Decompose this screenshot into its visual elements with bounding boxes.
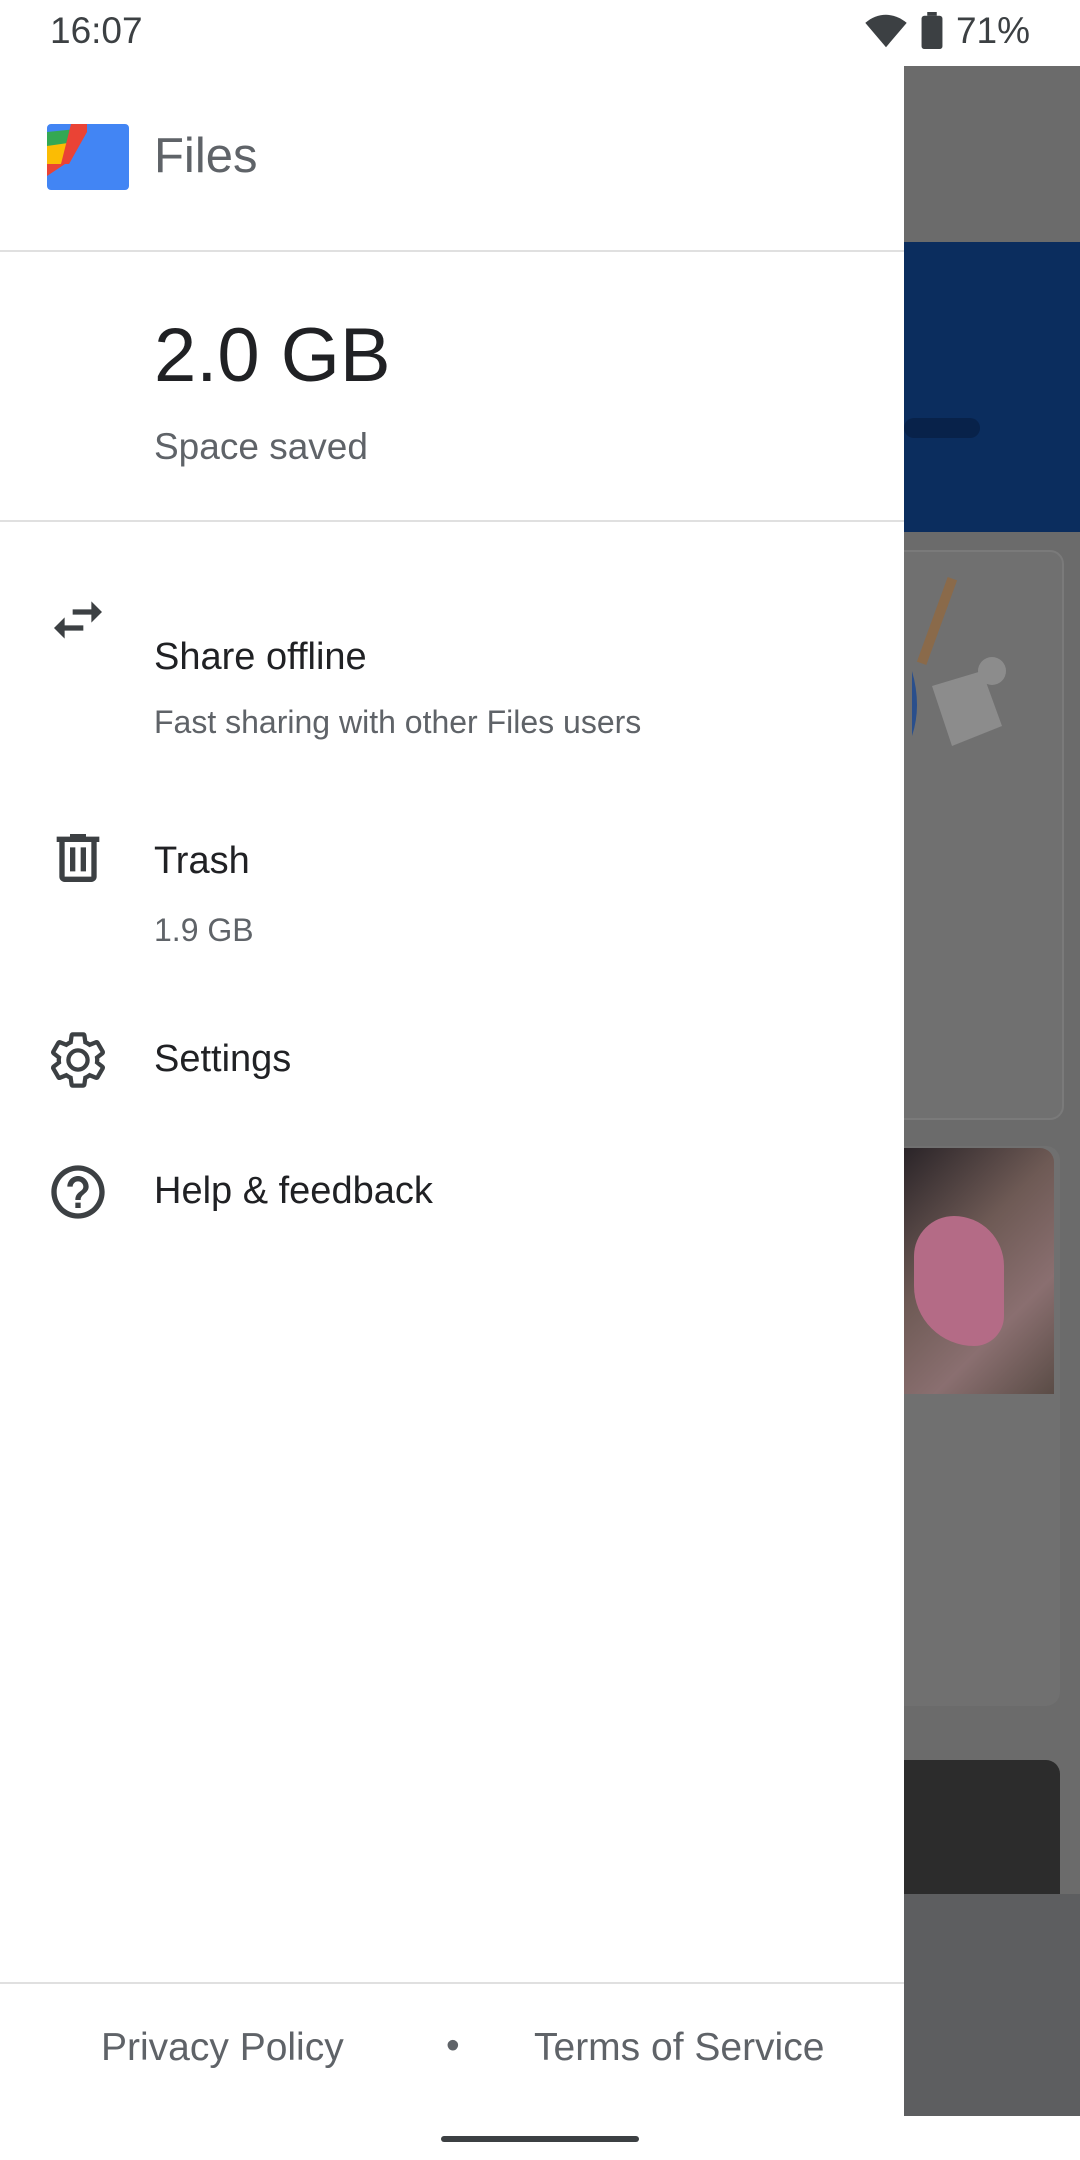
footer-separator: • (446, 2024, 460, 2067)
files-logo-icon (47, 124, 129, 190)
battery-icon (921, 12, 943, 50)
menu-item-trash[interactable]: Trash 1.9 GB (0, 766, 904, 948)
swap-arrows-icon (54, 601, 102, 639)
background-bottom-nav (904, 1894, 1080, 2116)
background-header (904, 242, 1080, 532)
navigation-drawer: Files 2.0 GB Space saved Share offline F… (0, 66, 904, 2116)
terms-of-service-link[interactable]: Terms of Service (534, 2026, 824, 2070)
menu-title: Help & feedback (154, 1170, 433, 1212)
menu-item-help-feedback[interactable]: Help & feedback (0, 1128, 904, 1258)
help-icon (51, 1165, 105, 1219)
menu-item-share-offline[interactable]: Share offline Fast sharing with other Fi… (0, 532, 904, 740)
background-app-scrim[interactable] (904, 66, 1080, 2116)
menu-subtitle: 1.9 GB (154, 912, 254, 948)
status-bar: 16:07 71% (0, 0, 1080, 66)
drawer-header: Files (0, 66, 904, 252)
privacy-policy-link[interactable]: Privacy Policy (101, 2026, 344, 2070)
wifi-icon (865, 14, 907, 48)
status-time: 16:07 (50, 10, 143, 51)
status-icons: 71% (864, 10, 1030, 52)
trash-icon (56, 834, 100, 882)
broom-illustration (912, 577, 1006, 746)
space-saved-amount: 2.0 GB (154, 313, 391, 398)
menu-item-settings[interactable]: Settings (0, 996, 904, 1126)
menu-title: Trash (154, 840, 250, 882)
drawer-footer: Privacy Policy • Terms of Service (0, 1982, 904, 2118)
gesture-nav-handle[interactable] (441, 2136, 639, 2142)
menu-title: Settings (154, 1038, 292, 1080)
battery-percent: 71% (955, 10, 1030, 51)
storage-summary: 2.0 GB Space saved (0, 252, 904, 522)
space-saved-label: Space saved (154, 426, 368, 467)
app-title: Files (154, 129, 258, 183)
menu-title: Share offline (154, 636, 367, 678)
gear-icon (50, 1032, 106, 1088)
menu-subtitle: Fast sharing with other Files users (154, 704, 642, 740)
background-progress (904, 418, 980, 438)
